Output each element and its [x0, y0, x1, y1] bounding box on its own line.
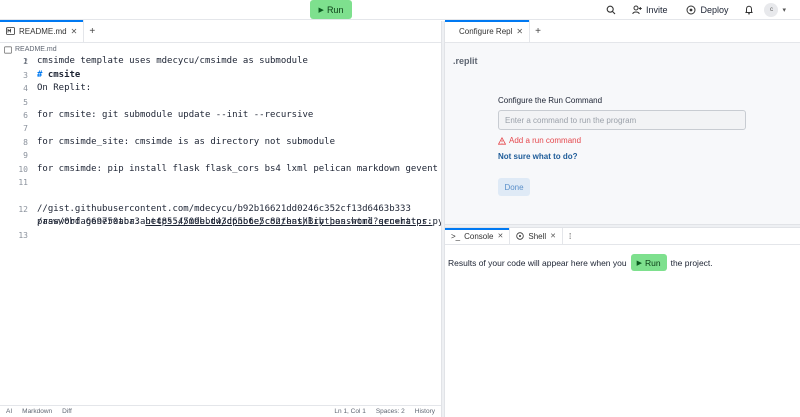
- line-number: 3: [23, 70, 28, 80]
- line-number: 11: [18, 177, 28, 187]
- code-text: for cmsimde: pip install flask flask_cor…: [37, 163, 438, 174]
- terminal-icon: >_: [451, 231, 461, 241]
- language-indicator[interactable]: Markdown: [22, 408, 52, 415]
- line-number: 7: [23, 124, 28, 134]
- shell-icon: [516, 232, 525, 240]
- code-line-wrap: /raw/0bfa669750aba3abe48554509bbd43d65b6…: [0, 216, 443, 229]
- inline-run-button[interactable]: ▶ Run: [630, 254, 667, 271]
- avatar-initials: c: [769, 7, 773, 13]
- tab-readme-label: README.md: [19, 26, 67, 36]
- bell-icon[interactable]: [741, 2, 757, 18]
- code-line: 7: [0, 122, 441, 135]
- top-right-actions: Invite Deploy c ▾: [603, 1, 786, 19]
- code-line: 13: [0, 229, 441, 242]
- new-tab-button[interactable]: +: [530, 20, 546, 42]
- code-line: 2 cmsimde template uses mdecycu/cmsimde a…: [0, 55, 441, 68]
- close-icon[interactable]: ✕: [71, 27, 78, 36]
- code-line: 3: [0, 69, 441, 82]
- line-number: 2: [23, 57, 28, 67]
- tab-shell-label: Shell: [528, 231, 547, 241]
- code-line: 4 On Replit:: [0, 82, 441, 95]
- code-line: 9: [0, 149, 441, 162]
- deploy-button[interactable]: Deploy: [680, 2, 734, 19]
- status-right: Ln 1, Col 1 Spaces: 2 History: [334, 408, 441, 415]
- code-text: for cmsimde_site: cmsimde is as director…: [37, 136, 336, 147]
- play-icon: ▶: [318, 6, 324, 14]
- url-link[interactable]: /raw/0bfa669750aba3abe48554509bbd43d65b6…: [37, 216, 443, 229]
- configure-tab-bar: Configure Repl ✕ +: [445, 20, 800, 43]
- console-msg-before: Results of your code will appear here wh…: [448, 257, 627, 268]
- line-number: 4: [23, 84, 28, 94]
- indent-setting[interactable]: Spaces: 2: [376, 408, 405, 415]
- tab-console-label: Console: [464, 231, 494, 241]
- invite-button[interactable]: Invite: [626, 2, 674, 19]
- console-pane: >_ Console ✕ Shell ✕ ⁞ Results of your c…: [445, 227, 800, 417]
- chevron-down-icon[interactable]: ▾: [782, 6, 786, 14]
- run-button[interactable]: ▶ Run: [310, 0, 352, 19]
- tab-configure-repl[interactable]: Configure Repl ✕: [445, 20, 531, 42]
- config-file-title: .replit: [453, 56, 478, 66]
- code-line: 1 # cmsite: [0, 42, 441, 79]
- ai-toggle[interactable]: AI: [6, 408, 12, 415]
- line-number: 5: [23, 97, 28, 107]
- search-icon[interactable]: [603, 2, 619, 18]
- markdown-file-icon: [6, 27, 15, 35]
- history-button[interactable]: History: [415, 408, 435, 415]
- code-text: for cmsite: git submodule update --init …: [37, 109, 314, 120]
- console-msg-after: the project.: [670, 257, 713, 268]
- invite-label: Invite: [645, 5, 668, 15]
- run-command-label: Configure the Run Command: [498, 96, 603, 105]
- line-number: 10: [18, 164, 28, 174]
- deploy-icon: [686, 5, 696, 15]
- tab-shell[interactable]: Shell ✕: [510, 227, 564, 245]
- line-number: 8: [23, 137, 28, 147]
- code-line: 11: [0, 176, 441, 189]
- code-line: 8 for cmsimde_site: cmsimde is as directo…: [0, 136, 441, 149]
- help-link[interactable]: Not sure what to do?: [498, 152, 578, 161]
- line-number: 13: [18, 231, 28, 241]
- console-message: Results of your code will appear here wh…: [448, 254, 713, 271]
- url-link[interactable]: //gist.githubusercontent.com/mdecycu/b92…: [37, 203, 411, 216]
- code-line: 10 for cmsimde: pip install flask flask_c…: [0, 163, 441, 176]
- tab-readme[interactable]: README.md ✕: [0, 20, 85, 42]
- tab-configure-label: Configure Repl: [459, 26, 513, 36]
- deploy-label: Deploy: [700, 5, 729, 15]
- configure-pane: Configure Repl ✕ + .replit Configure the…: [445, 20, 800, 224]
- run-command-input[interactable]: [498, 110, 746, 130]
- new-tab-button[interactable]: ⁞: [563, 228, 577, 245]
- tab-console[interactable]: >_ Console ✕: [445, 227, 511, 245]
- close-icon[interactable]: ✕: [516, 27, 523, 36]
- play-icon: ▶: [636, 259, 642, 267]
- code-text: On Replit:: [37, 83, 92, 94]
- console-tab-bar: >_ Console ✕ Shell ✕ ⁞: [445, 227, 800, 245]
- editor-tab-bar: README.md ✕ +: [0, 20, 441, 43]
- run-command-error: Add a run command: [498, 136, 581, 145]
- top-bar: ▶ Run Invite Deploy c ▾: [0, 0, 800, 20]
- close-icon[interactable]: ✕: [550, 232, 556, 240]
- line-number: 6: [23, 110, 28, 120]
- diff-toggle[interactable]: Diff: [62, 408, 72, 415]
- code-editor[interactable]: 1 # cmsite 2 cmsimde template uses mdecyc…: [0, 42, 443, 382]
- new-tab-button[interactable]: +: [84, 20, 100, 42]
- line-number: 9: [23, 151, 28, 161]
- cursor-position[interactable]: Ln 1, Col 1: [334, 408, 365, 415]
- code-line: 6 for cmsite: git submodule update --init…: [0, 109, 441, 122]
- avatar[interactable]: c: [764, 3, 779, 17]
- run-button-label: Run: [326, 4, 344, 15]
- add-user-icon: [632, 5, 642, 15]
- code-line: 12 password generator: https://mde.tw/cp…: [0, 189, 441, 227]
- code-line-wrap: //gist.githubusercontent.com/mdecycu/b92…: [0, 203, 441, 216]
- code-line: 5: [0, 96, 441, 109]
- status-bar: AI Markdown Diff Ln 1, Col 1 Spaces: 2 H…: [0, 405, 441, 417]
- close-icon[interactable]: ✕: [497, 232, 503, 240]
- error-text: Add a run command: [509, 136, 582, 145]
- done-button[interactable]: Done: [498, 178, 530, 196]
- code-text: cmsimde template uses mdecycu/cmsimde as…: [37, 56, 308, 67]
- warning-icon: [498, 136, 506, 145]
- inline-run-label: Run: [645, 257, 661, 268]
